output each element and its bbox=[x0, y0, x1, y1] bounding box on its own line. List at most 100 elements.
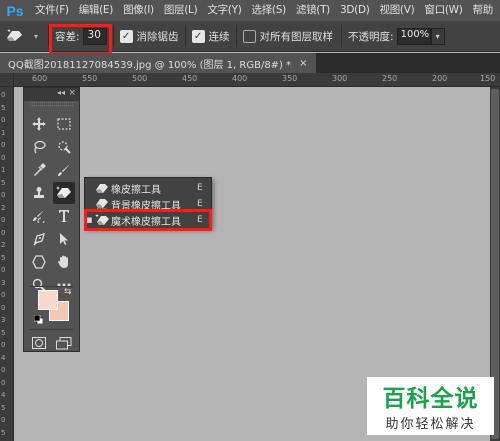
quick-select-icon[interactable] bbox=[53, 136, 75, 158]
ruler-tick-label: 3 bbox=[1, 278, 6, 287]
eyedropper-icon[interactable] bbox=[28, 159, 50, 181]
ruler-tick-label: 0 bbox=[1, 116, 6, 124]
watermark-subtitle: 助你轻松解决 bbox=[385, 417, 476, 432]
ruler-tick-label: 150 bbox=[480, 74, 496, 83]
ruler-tick-label: 1 bbox=[1, 166, 6, 174]
menu-help[interactable]: 帮助 bbox=[468, 0, 498, 21]
default-colors-icon[interactable] bbox=[33, 314, 44, 325]
magic-eraser-icon[interactable] bbox=[0, 21, 30, 52]
ruler-tick-label: 0 bbox=[1, 303, 6, 312]
menu-type[interactable]: 文字(Y) bbox=[202, 0, 246, 21]
opacity-dropdown-icon[interactable]: ▾ bbox=[430, 27, 445, 45]
separator bbox=[112, 25, 114, 47]
ruler-tick-label: 5 bbox=[1, 103, 6, 112]
contiguous-checkbox[interactable]: ✓ bbox=[191, 29, 205, 43]
ruler-tick-label: 0 bbox=[1, 266, 6, 274]
photoshop-logo: Ps bbox=[6, 2, 24, 19]
tools-panel: ◂◂ × ⇆ bbox=[23, 87, 80, 352]
menu-file[interactable]: 文件(F) bbox=[30, 0, 74, 21]
separator bbox=[30, 329, 73, 330]
antialias-checkbox[interactable]: ✓ bbox=[119, 29, 133, 43]
ruler-tick-label: 250 bbox=[382, 74, 398, 83]
opacity-input[interactable]: 100% bbox=[396, 27, 431, 45]
menu-select[interactable]: 选择(S) bbox=[247, 0, 291, 21]
ruler-tick-label: 5 bbox=[1, 403, 6, 412]
ruler-tick-label: 0 bbox=[1, 291, 6, 299]
menu-filter[interactable]: 滤镜(T) bbox=[291, 0, 335, 21]
flyout-item-eraser[interactable]: 橡皮擦工具 E bbox=[85, 180, 211, 196]
ruler-tick-label: 450 bbox=[182, 74, 198, 83]
menu-view[interactable]: 视图(V) bbox=[375, 0, 420, 21]
watermark-title: 百科全说 bbox=[382, 386, 479, 412]
menu-image[interactable]: 图像(I) bbox=[118, 0, 159, 21]
opacity-label: 不透明度: bbox=[348, 30, 394, 43]
menu-3d[interactable]: 3D(D) bbox=[335, 0, 375, 21]
clone-stamp-icon[interactable] bbox=[28, 182, 50, 204]
ruler-tick-label: 200 bbox=[432, 74, 448, 83]
ruler-tick-label: 300 bbox=[332, 74, 348, 83]
lasso-icon[interactable] bbox=[28, 136, 50, 158]
contiguous-label: 连续 bbox=[208, 30, 230, 43]
pen-icon[interactable] bbox=[28, 228, 50, 250]
ruler-tick-label: 3 bbox=[1, 316, 6, 324]
document-tab[interactable]: QQ截图20181127084539.jpg @ 100% (图层 1, RGB… bbox=[0, 53, 316, 73]
screen-mode-icon[interactable] bbox=[53, 332, 75, 354]
ruler-corner bbox=[0, 73, 14, 87]
ruler-horizontal: 600 550 500 450 400 350 300 250 200 150 bbox=[14, 73, 500, 87]
ruler-tick-label: 5 bbox=[1, 178, 6, 187]
shape-icon[interactable] bbox=[28, 251, 50, 273]
ruler-tick-label: 4 bbox=[1, 353, 6, 362]
marquee-icon[interactable] bbox=[53, 113, 75, 135]
move-icon[interactable] bbox=[28, 113, 50, 135]
path-select-icon[interactable] bbox=[53, 228, 75, 250]
tolerance-highlight-box bbox=[49, 24, 112, 55]
antialias-label: 消除锯齿 bbox=[136, 30, 179, 43]
menu-layer[interactable]: 图层(L) bbox=[159, 0, 203, 21]
ruler-tick-label: 500 bbox=[132, 74, 148, 83]
ruler-tick-label: 0 bbox=[1, 341, 6, 349]
ruler-tick-label: 550 bbox=[82, 74, 98, 83]
menu-edit[interactable]: 编辑(E) bbox=[74, 0, 118, 21]
hand-icon[interactable] bbox=[53, 251, 75, 273]
ruler-tick-label: 5 bbox=[1, 428, 6, 437]
ruler-tick-label: 0 bbox=[1, 141, 6, 149]
document-tab-row: QQ截图20181127084539.jpg @ 100% (图层 1, RGB… bbox=[0, 53, 500, 73]
ruler-tick-label: 600 bbox=[32, 74, 48, 83]
tool-preset-caret-icon[interactable]: ▾ bbox=[30, 32, 42, 41]
swap-colors-icon[interactable]: ⇆ bbox=[64, 287, 72, 297]
tools-panel-header[interactable]: ◂◂ × bbox=[24, 88, 79, 101]
ruler-tick-label: 4 bbox=[1, 391, 6, 399]
ruler-tick-label: 2 bbox=[1, 203, 6, 212]
flyout-item-label: 橡皮擦工具 bbox=[111, 184, 161, 196]
ruler-tick-label: 5 bbox=[1, 253, 6, 262]
collapse-icon[interactable]: ◂◂ bbox=[57, 88, 65, 97]
flyout-item-shortcut: E bbox=[197, 183, 203, 193]
ruler-tick-label: 1 bbox=[1, 128, 6, 137]
type-icon[interactable] bbox=[53, 205, 75, 227]
separator bbox=[184, 25, 186, 47]
menu-bar: Ps 文件(F) 编辑(E) 图像(I) 图层(L) 文字(Y) 选择(S) 滤… bbox=[0, 0, 500, 21]
flyout-item-shortcut: E bbox=[197, 199, 203, 209]
close-icon[interactable]: × bbox=[299, 58, 307, 69]
ruler-tick-label: 0 bbox=[1, 366, 6, 374]
eraser-icon bbox=[93, 180, 111, 196]
close-icon[interactable]: × bbox=[68, 88, 76, 98]
ruler-tick-label: 0 bbox=[1, 416, 6, 424]
sample-all-layers-label: 对所有图层取样 bbox=[259, 30, 334, 43]
ruler-tick-label: 0 bbox=[1, 378, 6, 387]
foreground-color-swatch[interactable] bbox=[38, 290, 58, 310]
menu-window[interactable]: 窗口(W) bbox=[419, 0, 467, 21]
ruler-tick-label: 5 bbox=[1, 328, 6, 337]
separator bbox=[235, 25, 237, 47]
eraser-tool-button[interactable] bbox=[53, 182, 75, 204]
brush-icon[interactable] bbox=[53, 159, 75, 181]
ruler-tick-label: 400 bbox=[232, 74, 248, 83]
ruler-tick-label: 350 bbox=[282, 74, 298, 83]
history-brush-icon[interactable] bbox=[28, 205, 50, 227]
drag-handle[interactable] bbox=[30, 102, 73, 106]
quick-mask-icon[interactable] bbox=[28, 332, 50, 354]
separator bbox=[341, 25, 343, 47]
sample-all-layers-checkbox[interactable] bbox=[242, 29, 256, 43]
ruler-tick-label: 0 bbox=[1, 91, 6, 99]
magic-eraser-highlight-box bbox=[84, 209, 212, 231]
